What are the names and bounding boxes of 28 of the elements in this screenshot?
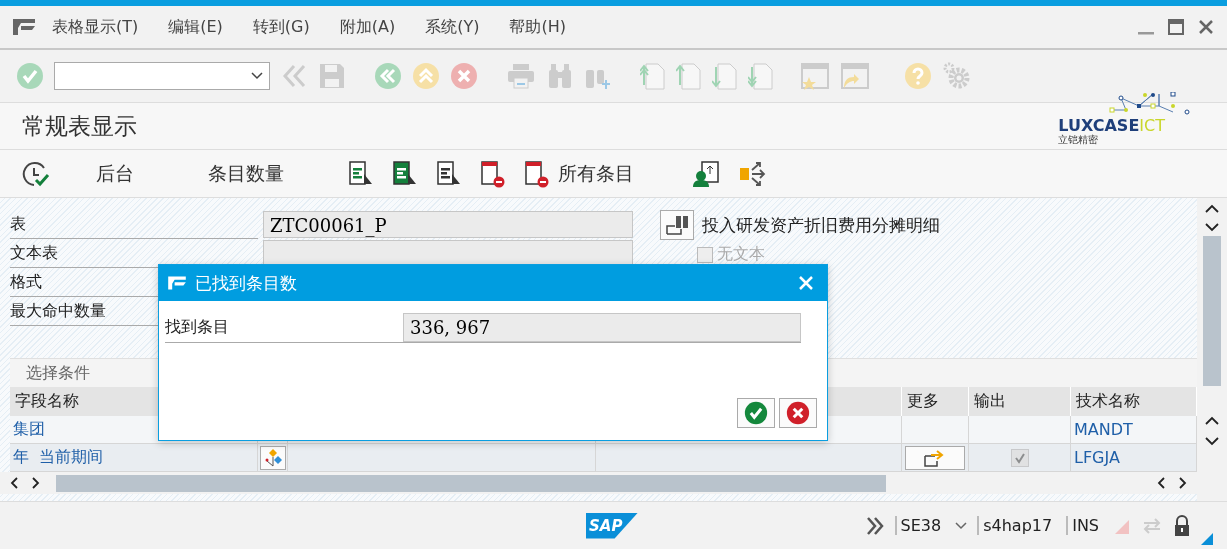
system-name: s4hap17 xyxy=(977,516,1057,535)
menu-item[interactable]: 转到(G) xyxy=(252,16,310,38)
field-label: 表 xyxy=(10,210,258,239)
background-button[interactable]: 后台 xyxy=(86,156,144,191)
menu-item[interactable]: 附加(A) xyxy=(339,16,396,38)
column-header: 更多 xyxy=(902,387,969,416)
table-cell: MANDT xyxy=(1071,416,1197,444)
entries-found-field[interactable]: 336, 967 xyxy=(403,313,801,342)
logo-wordmark: LUXCASEICT xyxy=(1058,118,1165,134)
menu-item[interactable]: 系统(Y) xyxy=(425,16,480,38)
section-tab[interactable]: 选择条件 xyxy=(26,362,90,384)
transaction-code[interactable]: SE38 xyxy=(894,516,946,535)
menu-item[interactable]: 编辑(E) xyxy=(168,16,223,38)
table-cell: 年 当前期间 xyxy=(10,444,258,472)
input-field[interactable]: ZTC00061_P xyxy=(263,211,633,238)
sap-logo: SAP xyxy=(586,512,638,539)
all-entries-button[interactable]: 所有条目 xyxy=(524,155,634,192)
table-description: 投入研发资产折旧费用分摊明细 xyxy=(702,213,940,237)
column-header: 输出 xyxy=(969,387,1071,416)
menu-item[interactable]: 表格显示(T) xyxy=(52,16,139,38)
checkbox-label: 无文本 xyxy=(717,244,765,265)
table-cell: LFGJA xyxy=(1071,444,1197,472)
screen-title: 常规表显示 xyxy=(22,111,137,141)
column-header: 技术名称 xyxy=(1071,387,1197,416)
insert-mode: INS xyxy=(1066,516,1103,535)
logo-tagline: 立铠精密 xyxy=(1058,134,1100,146)
menu-item[interactable]: 帮助(H) xyxy=(509,16,566,38)
number-of-entries-button[interactable]: 条目数量 xyxy=(198,156,294,191)
